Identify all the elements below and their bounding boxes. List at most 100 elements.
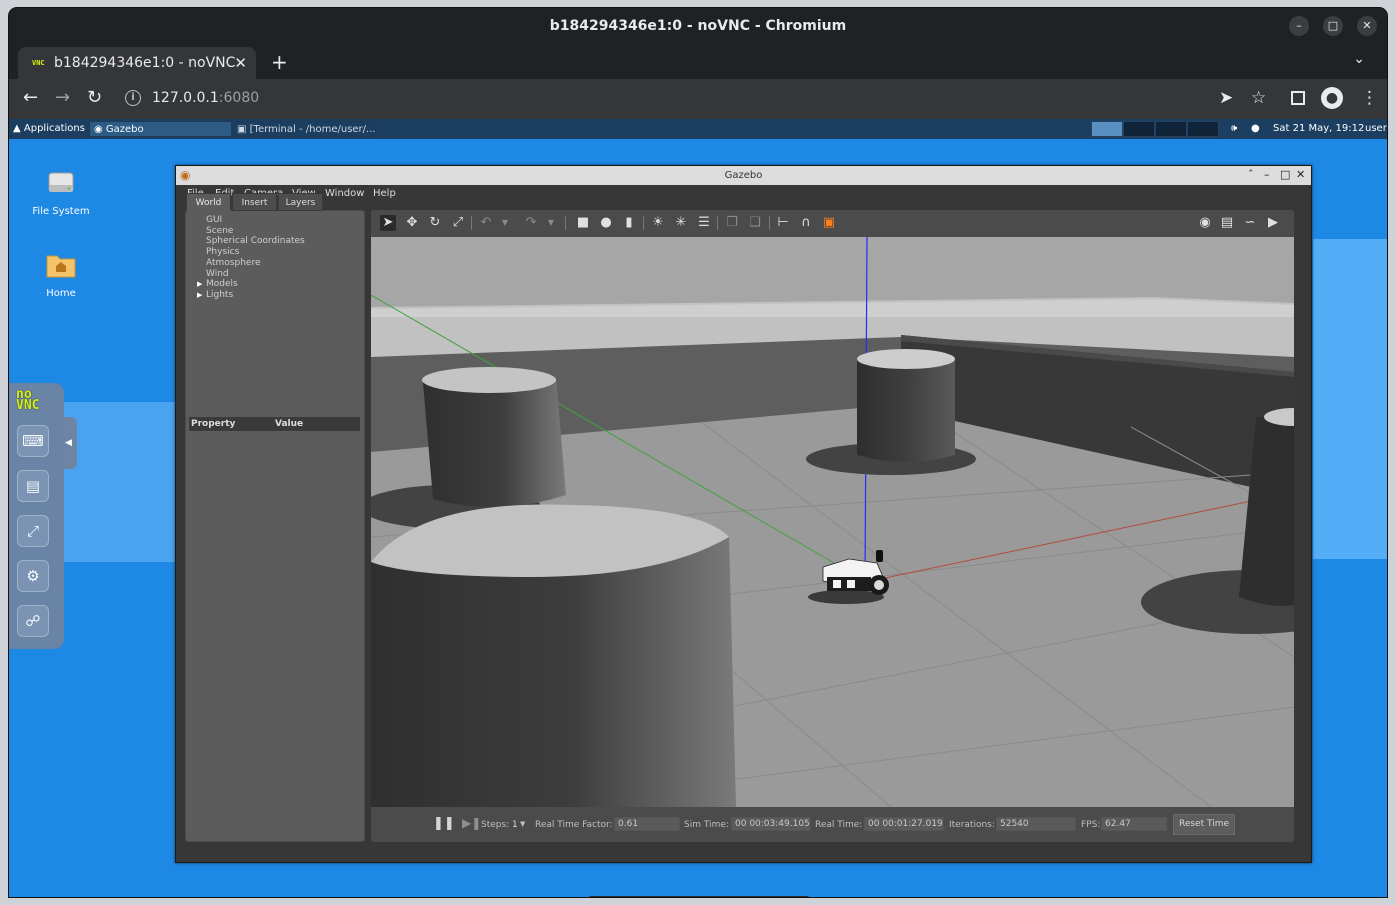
gz-close-icon[interactable]: ✕ xyxy=(1296,168,1305,181)
tree-item-lights[interactable]: ▶ Lights xyxy=(197,290,305,301)
desktop-wallpaper-band xyxy=(1313,239,1387,559)
address-bar[interactable]: i 127.0.0.1:6080 xyxy=(114,84,1299,114)
cylinder-obstacle[interactable] xyxy=(371,504,736,807)
log-icon[interactable]: ▤ xyxy=(1219,215,1235,231)
panel-clock[interactable]: Sat 21 May, 19:12 xyxy=(1273,123,1364,134)
settings-gear-icon[interactable]: ⚙ xyxy=(17,560,49,592)
desktop-icon-filesystem[interactable]: File System xyxy=(21,169,101,217)
desktop-icon-home[interactable]: Home xyxy=(21,251,101,299)
menu-window[interactable]: Window xyxy=(325,188,364,199)
step-icon[interactable]: ▶❚ xyxy=(462,816,481,830)
notification-bell-icon[interactable]: ● xyxy=(1251,123,1260,134)
box-shape-icon[interactable]: ■ xyxy=(575,215,591,231)
tab-world[interactable]: World xyxy=(186,193,231,211)
workspace-2[interactable] xyxy=(1123,121,1155,137)
copy-icon[interactable]: ❐ xyxy=(724,215,740,231)
reload-button[interactable]: ↻ xyxy=(87,88,102,108)
plot-icon[interactable]: ∽ xyxy=(1242,215,1258,231)
home-folder-icon xyxy=(46,255,76,278)
change-view-icon[interactable]: ▣ xyxy=(821,215,837,231)
disconnect-button[interactable]: ☍ xyxy=(17,605,49,637)
workspace-4[interactable] xyxy=(1187,121,1219,137)
expand-arrow-icon[interactable]: ▶ xyxy=(197,279,202,290)
close-window-button[interactable]: ✕ xyxy=(1357,16,1377,36)
maximize-button[interactable]: □ xyxy=(1323,16,1343,36)
align-icon[interactable]: ⊢ xyxy=(775,215,791,231)
back-button[interactable]: ← xyxy=(23,88,38,108)
gz-minimize-icon[interactable]: – xyxy=(1264,168,1270,181)
reset-time-button[interactable]: Reset Time xyxy=(1173,814,1235,835)
send-icon[interactable]: ➤ xyxy=(1219,88,1233,108)
steps-label: Steps: xyxy=(481,820,510,830)
gazebo-titlebar: ◉ Gazebo ˆ – □ ✕ xyxy=(176,166,1311,185)
tab-search-chevron-icon[interactable]: ⌄ xyxy=(1353,51,1365,67)
directional-light-icon[interactable]: ☰ xyxy=(696,215,712,231)
steps-dropdown-icon[interactable]: ▼ xyxy=(520,820,525,828)
minimize-button[interactable]: – xyxy=(1289,16,1309,36)
gz-shade-icon[interactable]: ˆ xyxy=(1248,168,1254,181)
vnc-scrollbar[interactable] xyxy=(589,896,809,897)
tree-item-physics[interactable]: Physics xyxy=(206,247,305,258)
tree-item-spherical-coordinates[interactable]: Spherical Coordinates xyxy=(206,236,305,247)
menu-help[interactable]: Help xyxy=(373,188,396,199)
tab-insert[interactable]: Insert xyxy=(232,193,277,211)
applications-menu[interactable]: ▲ Applications : xyxy=(13,123,92,134)
gz-maximize-icon[interactable]: □ xyxy=(1280,168,1290,181)
panel-user[interactable]: user xyxy=(1365,123,1387,134)
undo-icon[interactable]: ↶ xyxy=(478,215,494,231)
taskbar-item-terminal[interactable]: ▣ [Terminal - /home/user/... xyxy=(232,121,376,137)
tab-layers[interactable]: Layers xyxy=(278,193,323,211)
sphere-shape-icon[interactable]: ● xyxy=(598,215,614,231)
redo-history-icon[interactable]: ▼ xyxy=(543,215,559,231)
more-menu-icon[interactable]: ⋮ xyxy=(1361,88,1378,108)
redo-icon[interactable]: ↷ xyxy=(523,215,539,231)
cylinder-shape-icon[interactable]: ▮ xyxy=(621,215,637,231)
point-light-icon[interactable]: ☀ xyxy=(650,215,666,231)
novnc-favicon-icon: VNC xyxy=(32,59,45,67)
tab-close-icon[interactable]: ✕ xyxy=(234,54,247,72)
volume-icon[interactable]: 🕪 xyxy=(1231,123,1237,134)
clipboard-button[interactable]: ▤ xyxy=(17,470,49,502)
paste-icon[interactable]: ❑ xyxy=(747,215,763,231)
steps-spinner[interactable]: 1 xyxy=(512,820,518,830)
site-info-icon[interactable]: i xyxy=(125,90,141,106)
tree-item-models[interactable]: ▶ Models xyxy=(197,279,305,290)
snap-magnet-icon[interactable]: ∩ xyxy=(798,215,814,231)
fps-label: FPS: xyxy=(1081,820,1101,830)
screenshot-camera-icon[interactable]: ◉ xyxy=(1197,215,1213,231)
taskbar-item-gazebo[interactable]: ◉ Gazebo xyxy=(89,121,232,137)
profile-avatar-icon[interactable]: ● xyxy=(1321,87,1343,109)
rotate-mode-icon[interactable]: ↻ xyxy=(427,215,443,231)
keyboard-button[interactable]: ⌨ xyxy=(17,425,49,457)
tree-item-scene[interactable]: Scene xyxy=(206,226,305,237)
expand-arrow-icon[interactable]: ▶ xyxy=(197,290,202,301)
select-mode-icon[interactable]: ➤ xyxy=(380,215,396,231)
tree-item-gui[interactable]: GUI xyxy=(206,215,305,226)
video-record-icon[interactable]: ▶ xyxy=(1265,215,1281,231)
novnc-bar-handle[interactable]: ◀ xyxy=(60,417,77,469)
novnc-logo: no VNC xyxy=(16,387,40,413)
tree-item-wind[interactable]: Wind xyxy=(206,269,305,280)
xfce-panel: ▲ Applications : ◉ Gazebo ▣ [Terminal - … xyxy=(9,119,1387,139)
pause-icon[interactable]: ❚❚ xyxy=(433,816,455,831)
undo-history-icon[interactable]: ▼ xyxy=(497,215,513,231)
cylinder-obstacle[interactable] xyxy=(857,349,955,462)
scale-mode-icon[interactable]: ⤢ xyxy=(450,215,466,231)
translate-mode-icon[interactable]: ✥ xyxy=(404,215,420,231)
forward-button[interactable]: → xyxy=(55,88,70,108)
tree-item-atmosphere[interactable]: Atmosphere xyxy=(206,258,305,269)
window-title: b184294346e1:0 - noVNC - Chromium xyxy=(549,18,847,34)
fullscreen-button[interactable]: ⤢ xyxy=(17,515,49,547)
side-panel-icon[interactable] xyxy=(1291,91,1305,105)
vnc-desktop[interactable]: ▲ Applications : ◉ Gazebo ▣ [Terminal - … xyxy=(9,119,1387,897)
spot-light-icon[interactable]: ✳ xyxy=(673,215,689,231)
gazebo-title: Gazebo xyxy=(724,170,763,181)
3d-viewport[interactable] xyxy=(371,237,1294,807)
iterations-value: 52540 xyxy=(996,817,1076,831)
workspace-3[interactable] xyxy=(1155,121,1187,137)
workspace-1[interactable] xyxy=(1091,121,1123,137)
new-tab-button[interactable]: + xyxy=(271,50,288,74)
browser-tab[interactable]: VNC b184294346e1:0 - noVNC ✕ xyxy=(18,47,256,79)
cylinder-obstacle[interactable] xyxy=(422,367,566,508)
bookmark-star-icon[interactable]: ☆ xyxy=(1251,88,1266,108)
